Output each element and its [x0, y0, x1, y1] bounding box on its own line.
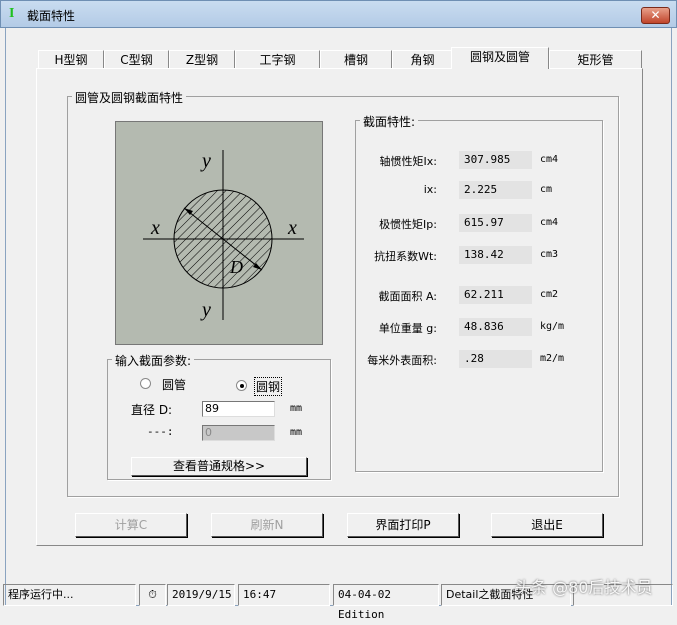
tab-i-beam[interactable]: 工字钢 [235, 50, 320, 69]
status-time: 16:47 [238, 584, 330, 606]
x-label-left: x [150, 217, 160, 239]
y-label-top: y [200, 150, 211, 172]
tab-angle[interactable]: 角钢 [392, 50, 453, 69]
properties-title: 截面特性: [360, 113, 419, 130]
thickness-label: ---: [147, 425, 174, 438]
property-value: 138.42 [459, 246, 532, 264]
round-section-diagram: y y x x D [143, 150, 304, 321]
property-label: 单位重量 g: [378, 322, 437, 335]
diameter-input[interactable]: 89 [202, 401, 275, 417]
property-label: 每米外表面积: [367, 354, 437, 367]
property-value: 48.836 [459, 318, 532, 336]
property-value: 307.985 [459, 151, 532, 169]
section-group-title: 圆管及圆钢截面特性 [72, 89, 187, 106]
radio-tube[interactable] [140, 378, 151, 389]
property-value: 615.97 [459, 214, 532, 232]
thickness-unit: mm [290, 427, 303, 438]
exit-button[interactable]: 退出E [491, 513, 603, 537]
property-unit: kg/m [540, 321, 565, 332]
input-group-title: 输入截面参数: [112, 352, 195, 369]
tab-c-steel[interactable]: C型钢 [104, 50, 169, 69]
tab-rect-tube[interactable]: 矩形管 [549, 50, 642, 69]
property-value: 62.211 [459, 286, 532, 304]
radio-bar[interactable] [236, 380, 247, 391]
view-specs-button[interactable]: 查看普通规格>> [131, 457, 307, 476]
tab-channel[interactable]: 槽钢 [320, 50, 392, 69]
y-label-bottom: y [200, 299, 211, 321]
property-value: 2.225 [459, 181, 532, 199]
section-figure: y y x x D [115, 121, 323, 345]
property-unit: cm4 [540, 217, 559, 228]
property-unit: cm3 [540, 249, 559, 260]
refresh-button[interactable]: 刷新N [211, 513, 323, 537]
d-label: D [229, 257, 243, 277]
tab-h-steel[interactable]: H型钢 [38, 50, 104, 69]
diameter-unit: mm [290, 403, 303, 414]
app-icon: I [9, 6, 15, 21]
property-label: ix: [423, 183, 437, 196]
radio-tube-label[interactable]: 圆管 [162, 376, 186, 393]
tab-round[interactable]: 圆钢及圆管 [451, 47, 549, 69]
window-title: 截面特性 [27, 9, 76, 23]
property-unit: cm [540, 184, 553, 195]
title-bar: I 截面特性 ✕ [0, 0, 677, 28]
property-value: .28 [459, 350, 532, 368]
status-date: 2019/9/15 [167, 584, 235, 606]
property-label: 截面面积 A: [378, 290, 437, 303]
thickness-input: 0 [202, 425, 275, 441]
tab-z-steel[interactable]: Z型钢 [169, 50, 235, 69]
status-state: 程序运行中... [3, 584, 136, 606]
property-label: 极惯性矩Ip: [379, 218, 437, 231]
status-edition: 04-04-02 Edition [333, 584, 439, 621]
property-label: 抗扭系数Wt: [374, 250, 437, 263]
x-label-right: x [287, 217, 297, 239]
close-button[interactable]: ✕ [641, 7, 670, 24]
property-unit: m2/m [540, 353, 565, 364]
property-label: 轴惯性矩Ix: [379, 155, 437, 168]
property-unit: cm4 [540, 154, 559, 165]
clock-icon: ⏱ [139, 584, 166, 606]
print-button[interactable]: 界面打印P [347, 513, 459, 537]
calculate-button[interactable]: 计算C [75, 513, 187, 537]
watermark: 头条 @80后技术员 [515, 578, 653, 597]
property-unit: cm2 [540, 289, 559, 300]
diameter-label: 直径 D: [131, 403, 173, 417]
radio-bar-label[interactable]: 圆钢 [254, 377, 283, 396]
